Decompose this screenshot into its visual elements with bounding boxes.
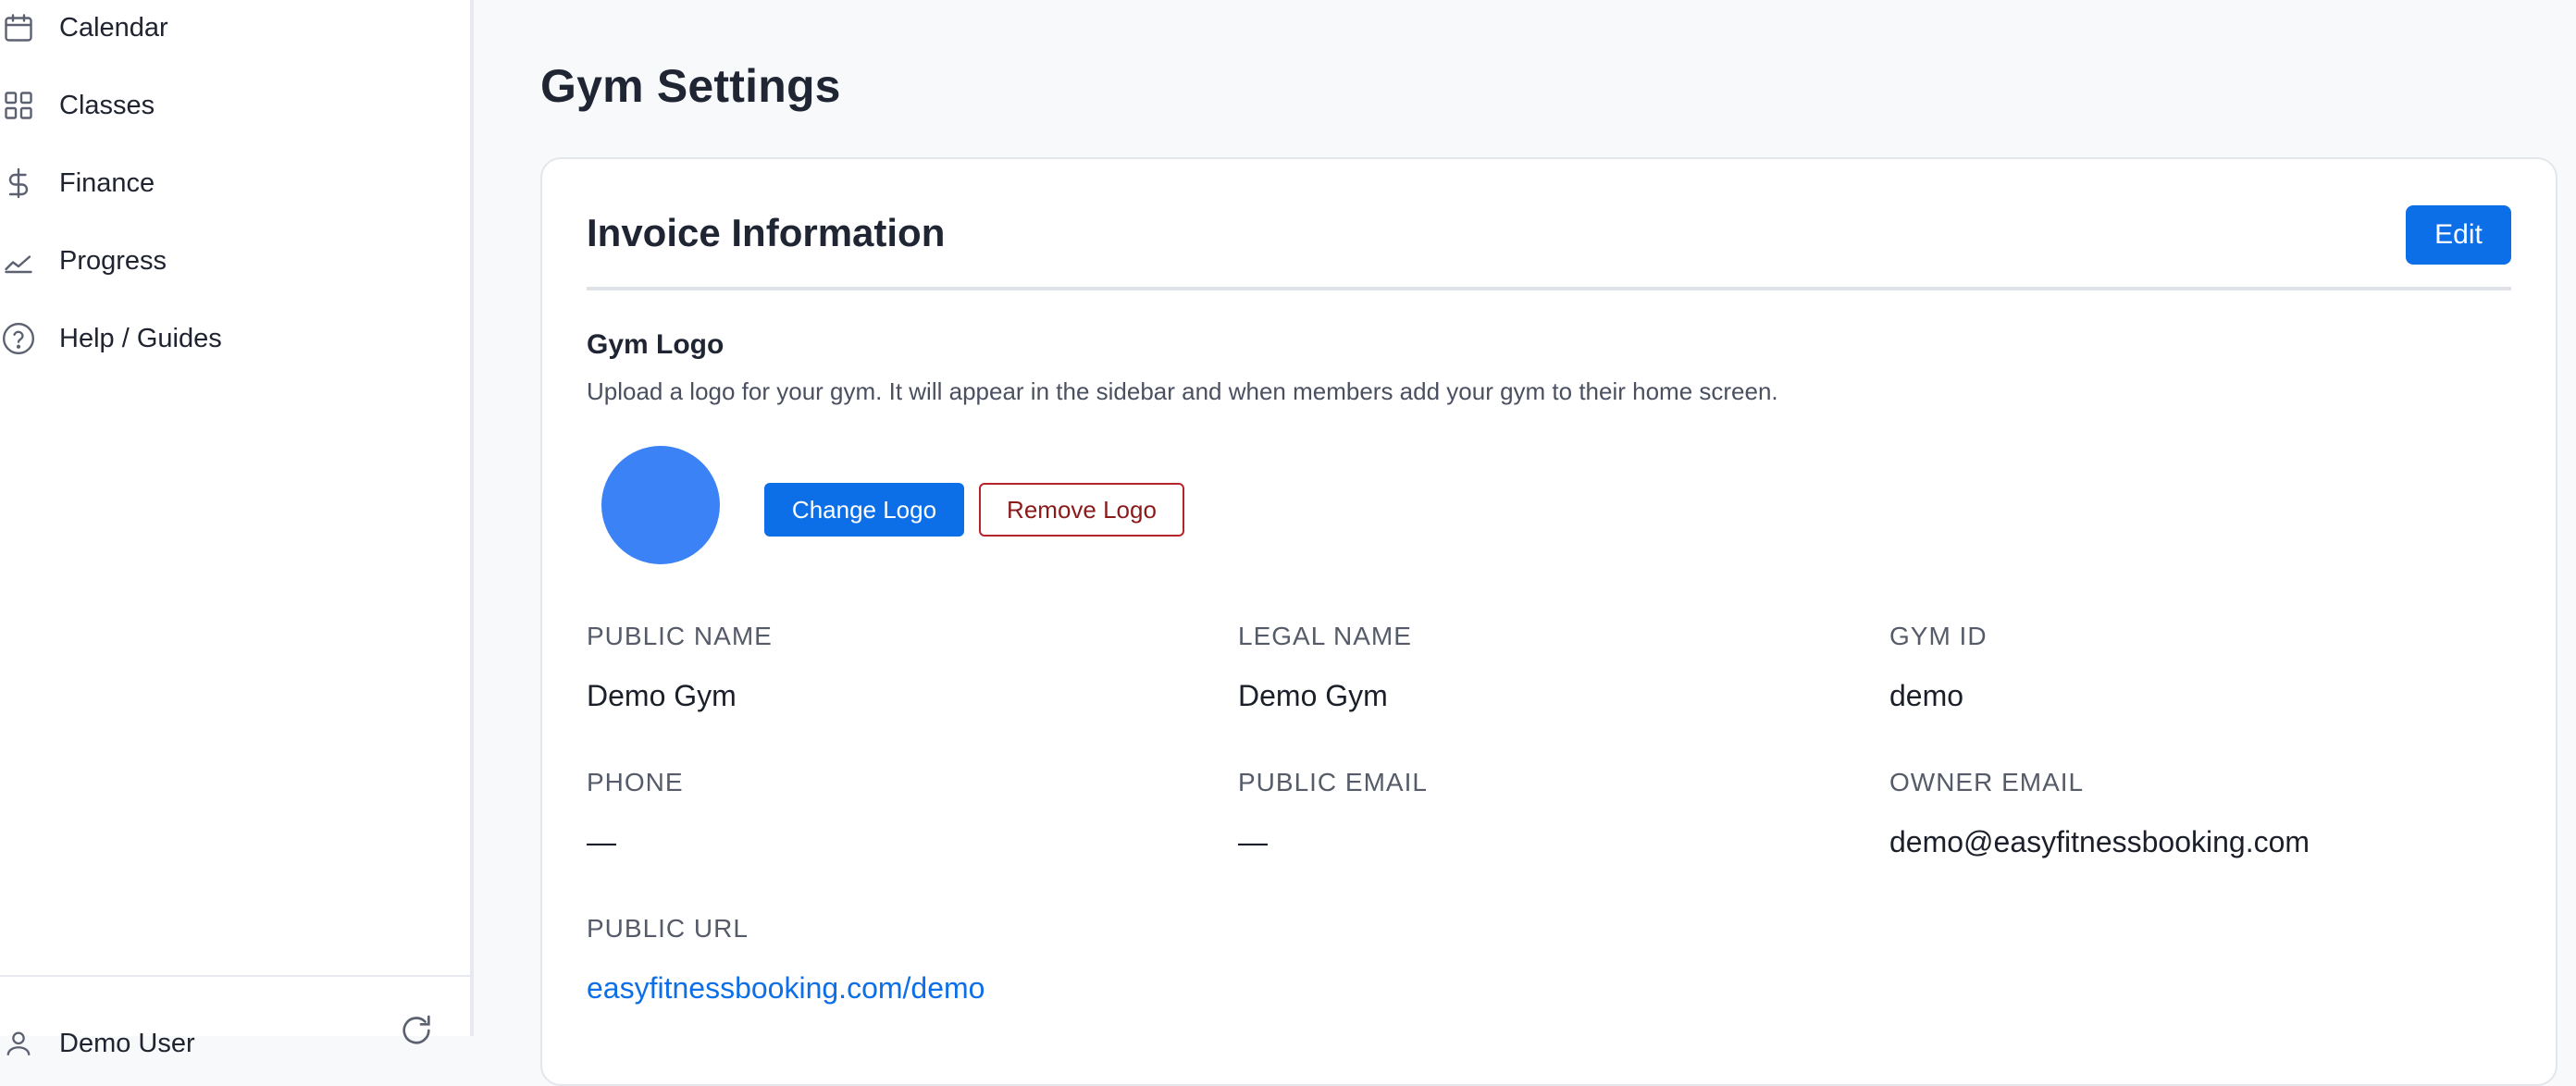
- grid-icon: [0, 87, 37, 124]
- field-label: PUBLIC EMAIL: [1238, 768, 1428, 796]
- field-value: demo@easyfitnessbooking.com: [1889, 825, 2310, 858]
- remove-logo-button[interactable]: Remove Logo: [979, 483, 1184, 537]
- field-label: LEGAL NAME: [1238, 622, 1412, 650]
- field-public-email: PUBLIC EMAIL —: [1238, 768, 1428, 859]
- edit-button[interactable]: Edit: [2406, 205, 2511, 265]
- card-title: Invoice Information: [587, 211, 946, 254]
- field-gym-id: GYM ID demo: [1889, 622, 1988, 713]
- sidebar-item-help[interactable]: Help / Guides: [0, 311, 444, 366]
- sidebar-footer: Demo User: [0, 975, 470, 1058]
- sidebar-item-classes[interactable]: Classes: [0, 78, 444, 133]
- gym-logo-description: Upload a logo for your gym. It will appe…: [587, 377, 1778, 405]
- user-name: Demo User: [59, 1028, 195, 1058]
- field-label: PUBLIC URL: [587, 914, 749, 943]
- gym-logo-preview: [601, 446, 720, 564]
- user-icon: [0, 1025, 37, 1062]
- sidebar-item-label: Help / Guides: [59, 323, 222, 353]
- field-value: demo: [1889, 679, 1964, 712]
- main-content: Gym Settings Invoice Information Edit Gy…: [474, 0, 2576, 1086]
- sidebar-item-finance[interactable]: Finance: [0, 155, 444, 211]
- sidebar-item-label: Calendar: [59, 12, 168, 43]
- field-label: OWNER EMAIL: [1889, 768, 2085, 796]
- field-label: PHONE: [587, 768, 684, 796]
- divider: [587, 287, 2511, 290]
- field-value: —: [587, 825, 616, 858]
- change-logo-button[interactable]: Change Logo: [764, 483, 964, 537]
- public-url-link[interactable]: easyfitnessbooking.com/demo: [587, 971, 985, 1006]
- dollar-icon: [0, 165, 37, 202]
- field-value: Demo Gym: [1238, 679, 1388, 712]
- page-title: Gym Settings: [540, 60, 841, 112]
- chart-line-icon: [0, 242, 37, 279]
- field-public-name: PUBLIC NAME Demo Gym: [587, 622, 773, 713]
- sidebar: Calendar Classes Finance Progress Help /…: [0, 0, 474, 1058]
- sidebar-item-label: Progress: [59, 245, 167, 276]
- field-legal-name: LEGAL NAME Demo Gym: [1238, 622, 1412, 713]
- field-label: GYM ID: [1889, 622, 1988, 650]
- sidebar-item-progress[interactable]: Progress: [0, 233, 444, 289]
- field-public-url: PUBLIC URL easyfitnessbooking.com/demo: [587, 914, 985, 1006]
- invoice-information-card: Invoice Information Edit Gym Logo Upload…: [540, 157, 2557, 1086]
- sidebar-item-label: Finance: [59, 167, 155, 198]
- field-owner-email: OWNER EMAIL demo@easyfitnessbooking.com: [1889, 768, 2310, 859]
- sidebar-item-calendar[interactable]: Calendar: [0, 0, 444, 56]
- user-menu[interactable]: Demo User: [0, 1025, 444, 1062]
- field-value: —: [1238, 825, 1268, 858]
- field-label: PUBLIC NAME: [587, 622, 773, 650]
- calendar-icon: [0, 9, 37, 46]
- field-phone: PHONE —: [587, 768, 684, 859]
- sidebar-item-label: Classes: [59, 90, 155, 120]
- gym-logo-title: Gym Logo: [587, 329, 724, 360]
- help-circle-icon: [0, 320, 37, 357]
- field-value: Demo Gym: [587, 679, 737, 712]
- refresh-icon[interactable]: [398, 1012, 435, 1049]
